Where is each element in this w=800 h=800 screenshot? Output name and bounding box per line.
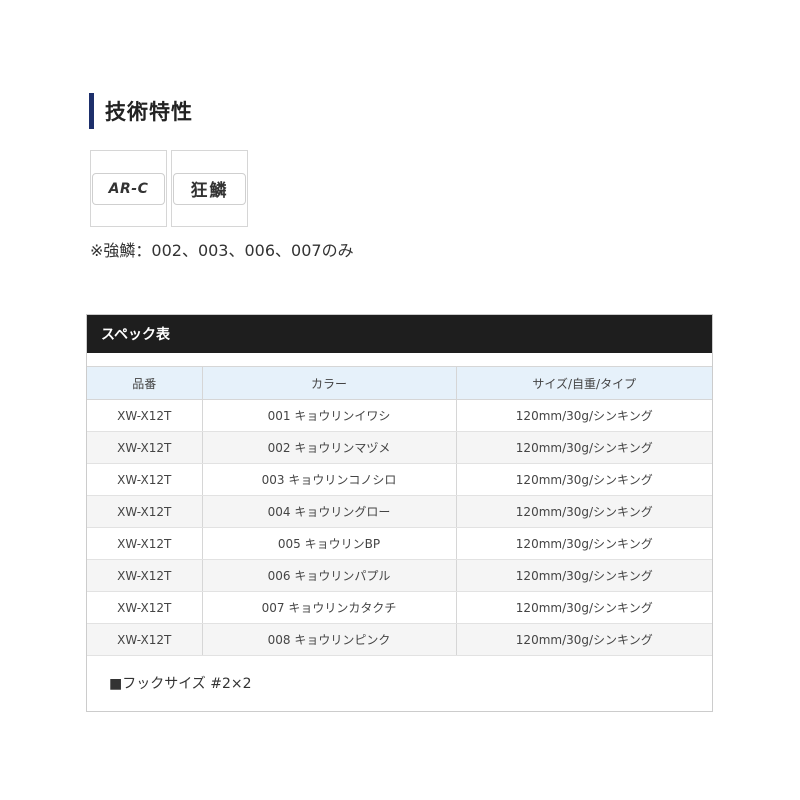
cell-part: XW-X12T — [87, 463, 203, 496]
spec-table: 品番 カラー サイズ/自重/タイプ XW-X12T 001 キョウリンイワシ 1… — [87, 366, 712, 656]
cell-part: XW-X12T — [87, 559, 203, 592]
badge-arc-label: AR-C — [108, 180, 149, 197]
badge-arc: AR-C — [90, 150, 167, 227]
tech-note: ※強鱗：002、003、006、007のみ — [90, 241, 354, 260]
badge-kyourin-logo: 狂鱗 — [173, 172, 246, 205]
header-color: カラー — [202, 366, 457, 400]
cell-size: 120mm/30g/シンキング — [456, 559, 712, 592]
table-row: XW-X12T 001 キョウリンイワシ 120mm/30g/シンキング — [87, 399, 712, 432]
cell-part: XW-X12T — [87, 527, 203, 560]
cell-color: 004 キョウリングロー — [202, 495, 457, 528]
cell-color: 001 キョウリンイワシ — [202, 399, 457, 432]
heading-accent-bar — [89, 93, 94, 129]
table-row: XW-X12T 002 キョウリンマヅメ 120mm/30g/シンキング — [87, 431, 712, 464]
tech-badges: AR-C 狂鱗 — [90, 150, 248, 227]
cell-color: 005 キョウリンBP — [202, 527, 457, 560]
cell-part: XW-X12T — [87, 623, 203, 656]
table-row: XW-X12T 004 キョウリングロー 120mm/30g/シンキング — [87, 495, 712, 528]
section-title: 技術特性 — [105, 100, 193, 124]
table-header-row: 品番 カラー サイズ/自重/タイプ — [87, 366, 712, 400]
cell-size: 120mm/30g/シンキング — [456, 431, 712, 464]
table-row: XW-X12T 005 キョウリンBP 120mm/30g/シンキング — [87, 527, 712, 560]
cell-part: XW-X12T — [87, 431, 203, 464]
cell-size: 120mm/30g/シンキング — [456, 527, 712, 560]
cell-color: 006 キョウリンパプル — [202, 559, 457, 592]
badge-kyourin-label: 狂鱗 — [190, 181, 229, 201]
cell-size: 120mm/30g/シンキング — [456, 623, 712, 656]
header-part: 品番 — [87, 366, 203, 400]
badge-arc-logo: AR-C — [92, 172, 165, 205]
cell-color: 002 キョウリンマヅメ — [202, 431, 457, 464]
spec-title: スペック表 — [101, 327, 171, 343]
badge-kyourin: 狂鱗 — [171, 150, 248, 227]
table-row: XW-X12T 003 キョウリンコノシロ 120mm/30g/シンキング — [87, 463, 712, 496]
spec-table-box: スペック表 品番 カラー サイズ/自重/タイプ XW-X12T 001 キョウリ… — [86, 314, 713, 712]
spec-header: スペック表 — [87, 315, 712, 353]
hook-size-note: ■フックサイズ #2×2 — [109, 676, 252, 692]
cell-part: XW-X12T — [87, 399, 203, 432]
cell-color: 003 キョウリンコノシロ — [202, 463, 457, 496]
cell-color: 008 キョウリンピンク — [202, 623, 457, 656]
cell-color: 007 キョウリンカタクチ — [202, 591, 457, 624]
table-row: XW-X12T 008 キョウリンピンク 120mm/30g/シンキング — [87, 623, 712, 656]
cell-size: 120mm/30g/シンキング — [456, 463, 712, 496]
cell-part: XW-X12T — [87, 591, 203, 624]
table-row: XW-X12T 007 キョウリンカタクチ 120mm/30g/シンキング — [87, 591, 712, 624]
section-heading: 技術特性 — [89, 93, 193, 129]
cell-size: 120mm/30g/シンキング — [456, 399, 712, 432]
cell-size: 120mm/30g/シンキング — [456, 495, 712, 528]
header-size: サイズ/自重/タイプ — [456, 366, 712, 400]
cell-part: XW-X12T — [87, 495, 203, 528]
cell-size: 120mm/30g/シンキング — [456, 591, 712, 624]
table-row: XW-X12T 006 キョウリンパプル 120mm/30g/シンキング — [87, 559, 712, 592]
